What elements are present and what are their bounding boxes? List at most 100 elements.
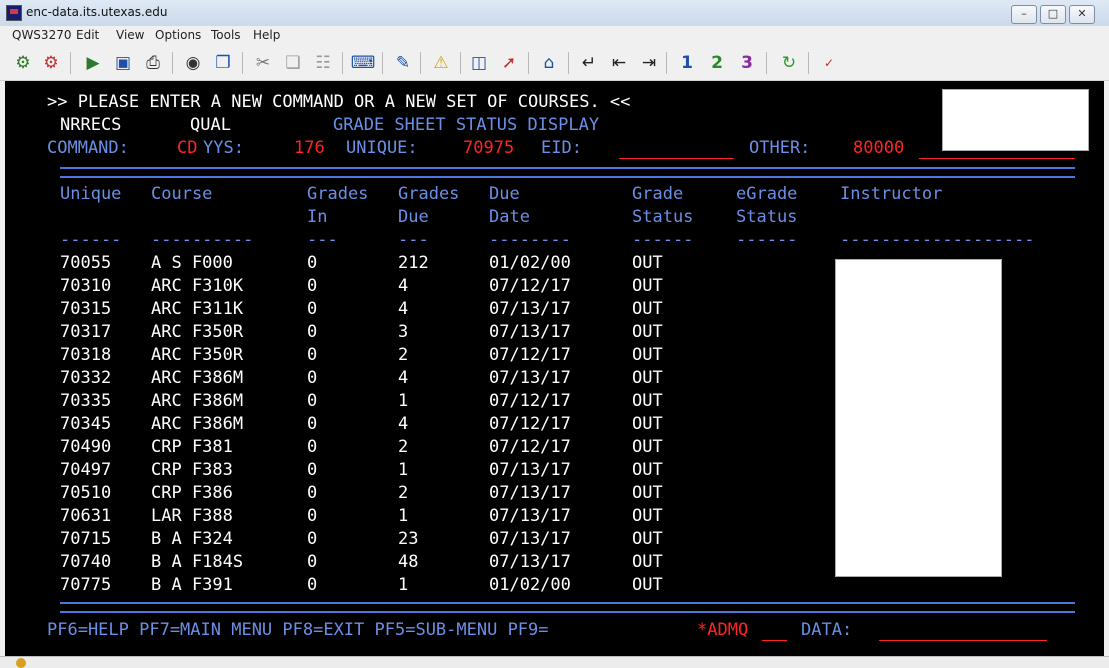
cell-status: OUT <box>632 437 663 457</box>
header-egrade-status-1: eGrade <box>736 184 798 204</box>
tab-forward-icon[interactable]: ⇥ <box>636 50 662 76</box>
cell-grades-due: 1 <box>398 575 409 595</box>
redacted-box-top <box>942 89 1089 151</box>
terminal-screen[interactable]: >> PLEASE ENTER A NEW COMMAND OR A NEW S… <box>5 81 1104 656</box>
monitor-icon[interactable]: ◫ <box>466 50 492 76</box>
cell-status: OUT <box>632 506 663 526</box>
cell-grades-in: 0 <box>307 437 318 457</box>
header-grade-status-1: Grade <box>632 184 684 204</box>
cell-grades-in: 0 <box>307 529 318 549</box>
cell-grades-in: 0 <box>307 253 318 273</box>
other-field[interactable]: 80000 <box>853 137 904 160</box>
cell-course: ARC F386M <box>151 368 244 388</box>
unique-field[interactable]: 70975 <box>463 137 514 160</box>
menu-view[interactable]: View <box>116 28 144 42</box>
paste-icon[interactable]: ☷ <box>310 50 336 76</box>
record-icon[interactable]: ▶ <box>80 50 106 76</box>
cell-grades-due: 1 <box>398 506 409 526</box>
admq-field-underline <box>762 640 787 641</box>
pa3-icon[interactable]: 3 <box>734 50 760 76</box>
cell-unique: 70715 <box>60 529 112 549</box>
cell-unique: 70055 <box>60 253 112 273</box>
cell-course: ARC F386M <box>151 391 244 411</box>
keyboard-icon[interactable]: ⌨ <box>350 50 376 76</box>
cell-course: LAR F388 <box>151 506 233 526</box>
cell-unique: 70315 <box>60 299 112 319</box>
close-button[interactable]: ✕ <box>1069 5 1095 24</box>
menu-qws3270[interactable]: QWS3270 <box>12 28 71 42</box>
cell-due-date: 07/12/17 <box>489 345 571 365</box>
warning-icon[interactable]: ⚠ <box>428 50 454 76</box>
cell-unique: 70335 <box>60 391 112 411</box>
yys-field[interactable]: 176 <box>294 137 325 160</box>
eid-field[interactable] <box>619 158 734 159</box>
cell-status: OUT <box>632 414 663 434</box>
separator-top <box>60 167 1075 178</box>
home-icon[interactable]: ⌂ <box>536 50 562 76</box>
pa1-icon[interactable]: 1 <box>674 50 700 76</box>
cell-due-date: 07/13/17 <box>489 299 571 319</box>
command-field[interactable]: CD <box>177 137 197 160</box>
cell-grades-due: 4 <box>398 368 409 388</box>
cell-status: OUT <box>632 483 663 503</box>
dashes-unique: ------ <box>60 230 122 250</box>
copy-screen-icon[interactable]: ❐ <box>210 50 236 76</box>
refresh-icon[interactable]: ↻ <box>776 50 802 76</box>
dashes-grade-status: ------ <box>632 230 694 250</box>
header-due-date-2: Date <box>489 207 530 227</box>
header-grades-in-1: Grades <box>307 184 369 204</box>
disconnect-icon[interactable]: ⚙ <box>38 50 64 76</box>
cell-unique: 70310 <box>60 276 112 296</box>
header-instructor: Instructor <box>840 184 943 204</box>
edit-icon[interactable]: ✎ <box>390 50 416 76</box>
camera-icon[interactable]: ◉ <box>180 50 206 76</box>
cell-status: OUT <box>632 575 663 595</box>
transfer-icon[interactable]: ➚ <box>496 50 522 76</box>
cell-grades-in: 0 <box>307 506 318 526</box>
maximize-button[interactable]: □ <box>1040 5 1066 24</box>
header-grades-in-2: In <box>307 207 328 227</box>
cell-grades-in: 0 <box>307 345 318 365</box>
cell-grades-due: 3 <box>398 322 409 342</box>
menu-options[interactable]: Options <box>155 28 201 42</box>
data-label: DATA: <box>801 620 853 640</box>
cell-grades-in: 0 <box>307 575 318 595</box>
cell-course: CRP F386 <box>151 483 233 503</box>
print-icon[interactable]: ⎙ <box>140 50 166 76</box>
minimize-button[interactable]: – <box>1011 5 1037 24</box>
cut-icon[interactable]: ✂ <box>250 50 276 76</box>
copy-icon[interactable]: ❏ <box>280 50 306 76</box>
enter-icon[interactable]: ↵ <box>576 50 602 76</box>
cell-course: A S F000 <box>151 253 233 273</box>
cell-status: OUT <box>632 253 663 273</box>
save-icon[interactable]: ▣ <box>110 50 136 76</box>
cell-due-date: 07/13/17 <box>489 368 571 388</box>
dashes-egrade-status: ------ <box>736 230 798 250</box>
cell-grades-due: 48 <box>398 552 419 572</box>
unique-label: UNIQUE: <box>346 138 418 158</box>
cell-status: OUT <box>632 529 663 549</box>
cell-due-date: 07/12/17 <box>489 437 571 457</box>
spellcheck-icon[interactable]: ✓ <box>816 50 842 76</box>
cell-due-date: 07/13/17 <box>489 322 571 342</box>
cell-due-date: 07/13/17 <box>489 483 571 503</box>
cell-due-date: 01/02/00 <box>489 575 571 595</box>
cell-grades-due: 4 <box>398 276 409 296</box>
connect-icon[interactable]: ⚙ <box>10 50 36 76</box>
cell-course: B A F324 <box>151 529 233 549</box>
cell-grades-due: 4 <box>398 299 409 319</box>
cell-due-date: 07/12/17 <box>489 276 571 296</box>
menu-help[interactable]: Help <box>253 28 280 42</box>
data-field[interactable] <box>879 640 1047 641</box>
cell-status: OUT <box>632 460 663 480</box>
window-title: enc-data.its.utexas.edu <box>26 5 168 19</box>
cell-unique: 70631 <box>60 506 112 526</box>
cell-grades-due: 4 <box>398 414 409 434</box>
tab-back-icon[interactable]: ⇤ <box>606 50 632 76</box>
menu-edit[interactable]: Edit <box>76 28 99 42</box>
menu-tools[interactable]: Tools <box>211 28 241 42</box>
pa2-icon[interactable]: 2 <box>704 50 730 76</box>
cell-status: OUT <box>632 345 663 365</box>
cell-grades-in: 0 <box>307 276 318 296</box>
admq-field[interactable]: *ADMQ <box>697 619 748 642</box>
